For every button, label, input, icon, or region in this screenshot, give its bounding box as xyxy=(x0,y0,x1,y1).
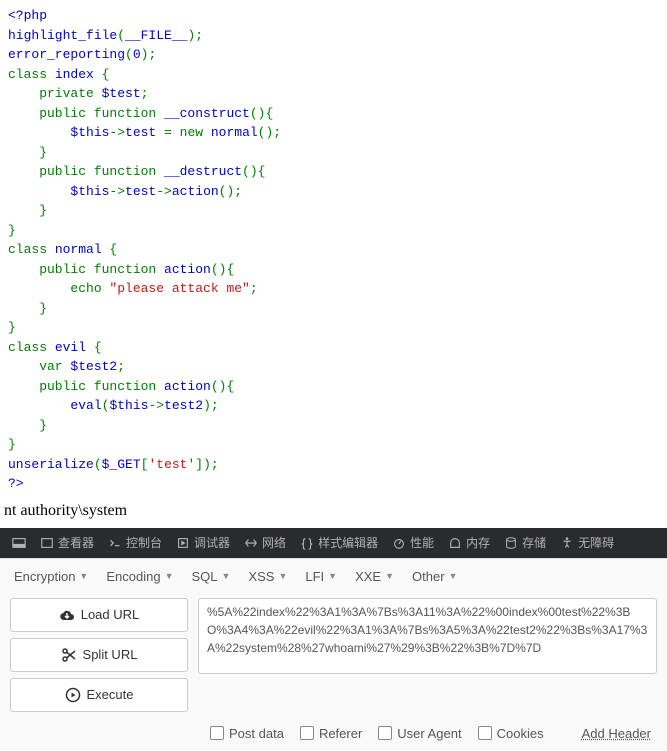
cloud-download-icon xyxy=(59,607,75,623)
php-output: nt authority\system xyxy=(0,500,667,528)
hackbar-panel: Encryption ▼ Encoding ▼ SQL ▼ XSS ▼ LFI … xyxy=(0,558,667,751)
tab-style-editor[interactable]: 样式编辑器 xyxy=(294,528,384,558)
tab-console[interactable]: 控制台 xyxy=(102,528,168,558)
checkbox-referer[interactable]: Referer xyxy=(300,726,362,741)
checkbox-user-agent[interactable]: User Agent xyxy=(378,726,461,741)
play-circle-icon xyxy=(65,687,81,703)
devtools-toolbar: 查看器 控制台 调试器 网络 样式编辑器 性能 内存 存储 无障碍 xyxy=(0,528,667,558)
add-header-button[interactable]: Add Header xyxy=(582,726,651,741)
split-url-label: Split URL xyxy=(83,647,138,662)
menu-encryption[interactable]: Encryption ▼ xyxy=(14,569,88,584)
tab-accessibility[interactable]: 无障碍 xyxy=(554,528,620,558)
menu-xss[interactable]: XSS ▼ xyxy=(248,569,287,584)
menu-other[interactable]: Other ▼ xyxy=(412,569,457,584)
tab-inspector[interactable]: 查看器 xyxy=(34,528,100,558)
tab-network[interactable]: 网络 xyxy=(238,528,292,558)
checkbox-post-data[interactable]: Post data xyxy=(210,726,284,741)
menu-xxe[interactable]: XXE ▼ xyxy=(355,569,394,584)
checkbox-cookies[interactable]: Cookies xyxy=(478,726,544,741)
menu-encoding[interactable]: Encoding ▼ xyxy=(106,569,173,584)
php-source-code: <?php highlight_file(__FILE__); error_re… xyxy=(0,0,667,500)
load-url-button[interactable]: Load URL xyxy=(10,598,188,632)
split-url-button[interactable]: Split URL xyxy=(10,638,188,672)
menu-sql[interactable]: SQL ▼ xyxy=(191,569,230,584)
url-input[interactable] xyxy=(198,598,657,674)
scissors-icon xyxy=(61,647,77,663)
tab-memory[interactable]: 内存 xyxy=(442,528,496,558)
execute-button[interactable]: Execute xyxy=(10,678,188,712)
tab-storage[interactable]: 存储 xyxy=(498,528,552,558)
dock-icon[interactable] xyxy=(6,528,32,558)
tab-debugger[interactable]: 调试器 xyxy=(170,528,236,558)
tab-performance[interactable]: 性能 xyxy=(386,528,440,558)
menu-lfi[interactable]: LFI ▼ xyxy=(305,569,337,584)
execute-label: Execute xyxy=(87,687,134,702)
hackbar-menu: Encryption ▼ Encoding ▼ SQL ▼ XSS ▼ LFI … xyxy=(0,559,667,594)
